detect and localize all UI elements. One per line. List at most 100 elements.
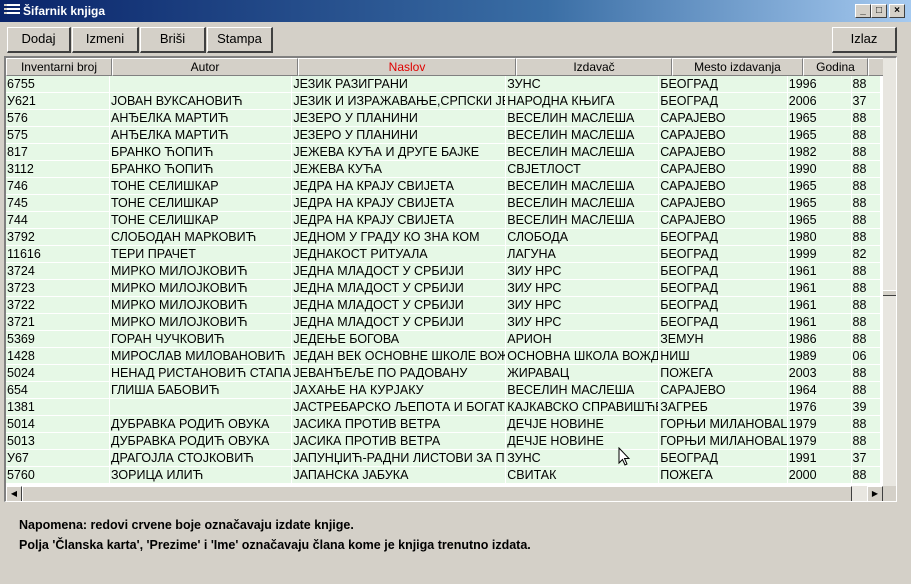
table-cell: ЈАСТРЕБАРСКО ЉЕПОТА И БОГАТСТВО [293,399,507,416]
books-table[interactable]: Inventarni broj Autor Naslov Izdavač Mesto i… [4,56,897,502]
table-cell: ЈЕДАН ВЕК ОСНОВНЕ ШКОЛЕ ВОЖДОВАЦ [292,348,507,365]
scroll-right-icon[interactable]: ▶ [867,486,883,501]
table-row[interactable]: 576 АНЂЕЛКА МАРТИЋ ЈЕЗЕРО У ПЛАНИНИ ВЕСЕЛИН… [6,110,881,127]
minimize-button[interactable]: _ [855,4,871,18]
add-button-label: Dodaj [21,31,56,46]
table-cell: 1996 [788,76,852,93]
column-header[interactable]: Mesto izdavanja [672,58,803,76]
table-row[interactable]: 6755 ЈЕЗИК РАЗИГРАНИ ЗУНС БЕОГРАД 1996 88 [6,76,881,93]
table-cell: САРАЈЕВО [659,161,788,178]
table-row[interactable]: 3724 МИРКО МИЛОЈКОВИЋ ЈЕДНА МЛАДОСТ У СРБИ… [6,263,881,280]
table-cell: 88 [852,263,881,280]
table-cell: ЈАПАНСКА ЈАБУКА [292,467,507,484]
table-cell: У67 [6,450,110,467]
table-cell: ЈЕДНАКОСТ РИТУАЛА [292,246,507,263]
table-cell: 88 [852,76,881,93]
table-cell: 2000 [788,467,852,484]
table-row[interactable]: У621 ЈОВАН ВУКСАНОВИЋ ЈЕЗИК И ИЗРАЖАВАЊЕ,С… [6,93,881,110]
table-row[interactable]: 1381 ЈАСТРЕБАРСКО ЉЕПОТА И БОГАТСТВОКАЈКА… [6,399,881,416]
table-cell: САРАЈЕВО [659,382,788,399]
table-cell: 6755 [6,76,110,93]
table-row[interactable]: 3722 МИРКО МИЛОЈКОВИЋ ЈЕДНА МЛАДОСТ У СРБИ… [6,297,881,314]
table-row[interactable]: 5013 ДУБРАВКА РОДИЋ ОВУКА ЈАСИКА ПРОТИВ ВЕ… [6,433,881,450]
table-cell: 88 [852,178,881,195]
table-cell: САРАЈЕВО [659,212,788,229]
scroll-left-icon[interactable]: ◀ [6,486,22,501]
table-cell: 3723 [6,280,110,297]
table-row[interactable]: 5760 ЗОРИЦА ИЛИЋ ЈАПАНСКА ЈАБУКА СВИТАК ПОЖЕ… [6,467,881,484]
table-cell: ЈЕДЕЊЕ БОГОВА [292,331,507,348]
edit-button-label: Izmeni [85,31,125,46]
table-cell: ЈАСИКА ПРОТИВ ВЕТРА [292,416,507,433]
table-cell: ЈЕЖЕВА КУЋА [292,161,507,178]
add-button[interactable]: Dodaj [7,27,71,53]
table-row[interactable]: 654 ГЛИША БАБОВИЋ ЈАХАЊЕ НА КУРЈАКУ ВЕСЕЛИН… [6,382,881,399]
horizontal-scroll-thumb[interactable] [22,486,852,501]
column-header[interactable]: Godina [803,58,868,76]
table-cell: ЗАГРЕБ [659,399,788,416]
table-row[interactable]: 746 ТОНЕ СЕЛИШКАР ЈЕДРА НА КРАЈУ СВИЈЕТА ВЕ… [6,178,881,195]
table-row[interactable]: 745 ТОНЕ СЕЛИШКАР ЈЕДРА НА КРАЈУ СВИЈЕТА ВЕ… [6,195,881,212]
table-cell: ЈАПУНЏИЋ-РАДНИ ЛИСТОВИ ЗА ПРВИ РАЗРЕД [293,450,507,467]
table-row[interactable]: 3112 БРАНКО ЋОПИЋ ЈЕЖЕВА КУЋА СВЈЕТЛОСТ САРА… [6,161,881,178]
table-cell: ОСНОВНА ШКОЛА ВОЖДОВАЦ [507,348,660,365]
table-cell: БЕОГРАД [659,229,788,246]
table-cell: СВИТАК [506,467,660,484]
table-cell: 745 [6,195,110,212]
table-cell: У621 [6,93,110,110]
maximize-button[interactable]: □ [871,4,887,18]
table-row[interactable]: У67 ДРАГОЈЛА СТОЈКОВИЋ ЈАПУНЏИЋ-РАДНИ ЛИСТ… [6,450,881,467]
exit-button[interactable]: Izlaz [832,27,897,53]
table-cell: САРАЈЕВО [659,178,788,195]
table-cell: 3721 [6,314,110,331]
table-cell: 1961 [788,263,852,280]
table-cell: 88 [852,297,881,314]
vertical-scrollbar[interactable] [883,58,896,486]
table-row[interactable]: 744 ТОНЕ СЕЛИШКАР ЈЕДРА НА КРАЈУ СВИЈЕТА ВЕ… [6,212,881,229]
window-menu-icon[interactable] [4,4,20,18]
table-cell: 88 [852,280,881,297]
table-cell: САРАЈЕВО [659,110,788,127]
table-body[interactable]: 6755 ЈЕЗИК РАЗИГРАНИ ЗУНС БЕОГРАД 1996 88 У621… [6,76,881,486]
column-header[interactable]: Inventarni broj [6,58,112,76]
table-cell: ЈАХАЊЕ НА КУРЈАКУ [292,382,507,399]
table-cell: 88 [852,195,881,212]
table-cell: 88 [852,110,881,127]
table-cell: 1980 [788,229,852,246]
table-row[interactable]: 5024НЕНАД РИСТАНОВИЋ СТАПАРСКИЈЕВАНЂЕЉЕ … [6,365,881,382]
table-cell: 1979 [788,433,852,450]
table-cell: БЕОГРАД [659,280,788,297]
note-line-2: Polja 'Članska karta', 'Prezime' i 'Ime'… [19,538,531,552]
table-cell: БЕОГРАД [659,297,788,314]
column-header[interactable]: Izdavač [516,58,672,76]
table-row[interactable]: 3792 СЛОБОДАН МАРКОВИЋ ЈЕДНОМ У ГРАДУ КО З… [6,229,881,246]
delete-button[interactable]: Briši [140,27,206,53]
table-cell: МИРОСЛАВ МИЛОВАНОВИЋ [110,348,293,365]
column-header[interactable]: Autor [112,58,298,76]
vertical-scroll-thumb[interactable] [883,290,896,296]
print-button[interactable]: Stampa [207,27,273,53]
table-cell: КАЈКАВСКО СПРАВИШЋЕ [507,399,660,416]
table-cell: ЈЕЖЕВА КУЋА И ДРУГЕ БАЈКЕ [292,144,507,161]
table-cell: ВЕСЕЛИН МАСЛЕША [506,212,660,229]
table-row[interactable]: 5369 ГОРАН ЧУЧКОВИЋ ЈЕДЕЊЕ БОГОВА АРИОН ЗЕМУ… [6,331,881,348]
edit-button[interactable]: Izmeni [72,27,139,53]
table-cell: 2003 [788,365,852,382]
column-header[interactable]: Naslov [298,58,516,76]
table-row[interactable]: 575 АНЂЕЛКА МАРТИЋ ЈЕЗЕРО У ПЛАНИНИ ВЕСЕЛИН… [6,127,881,144]
table-row[interactable]: 1428 МИРОСЛАВ МИЛОВАНОВИЋ ЈЕДАН ВЕК ОСНОВН… [6,348,881,365]
table-cell: ЈЕДНОМ У ГРАДУ КО ЗНА КОМ [292,229,507,246]
table-row[interactable]: 817 БРАНКО ЋОПИЋ ЈЕЖЕВА КУЋА И ДРУГЕ БАЈКЕ… [6,144,881,161]
table-row[interactable]: 3721 МИРКО МИЛОЈКОВИЋ ЈЕДНА МЛАДОСТ У СРБИ… [6,314,881,331]
table-cell: 1965 [788,212,852,229]
close-button[interactable]: × [889,4,905,18]
table-cell: ЈЕДРА НА КРАЈУ СВИЈЕТА [292,195,507,212]
table-row[interactable]: 3723 МИРКО МИЛОЈКОВИЋ ЈЕДНА МЛАДОСТ У СРБИ… [6,280,881,297]
table-row[interactable]: 5014 ДУБРАВКА РОДИЋ ОВУКА ЈАСИКА ПРОТИВ ВЕ… [6,416,881,433]
horizontal-scrollbar[interactable]: ◀ ▶ [6,486,883,501]
table-cell: ВЕСЕЛИН МАСЛЕША [506,178,660,195]
table-cell: ТОНЕ СЕЛИШКАР [110,178,293,195]
table-cell: 88 [852,144,881,161]
table-cell: 5024 [6,365,110,382]
table-row[interactable]: 11616 ТЕРИ ПРАЧЕТ ЈЕДНАКОСТ РИТУАЛА ЛАГУНА Б… [6,246,881,263]
